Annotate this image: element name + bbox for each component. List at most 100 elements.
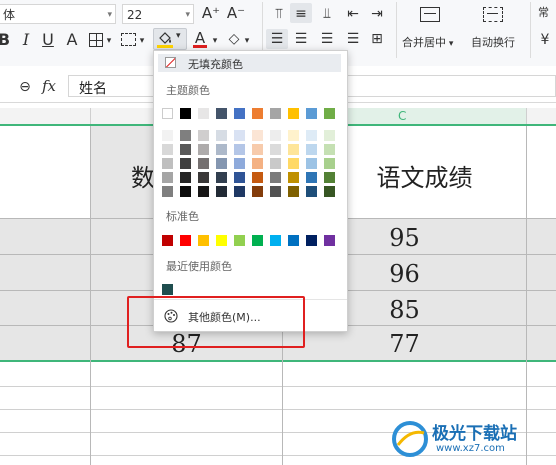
theme-shade-swatch[interactable]	[162, 172, 173, 183]
theme-shade-swatch[interactable]	[288, 172, 299, 183]
number-format-select[interactable]: 常	[538, 4, 549, 20]
theme-color-swatch[interactable]	[162, 108, 173, 119]
currency-icon[interactable]: ¥	[536, 30, 554, 50]
wrap-text-button[interactable]: 自动换行	[471, 34, 515, 50]
chevron-down-icon[interactable]: ▾	[104, 31, 114, 51]
standard-color-swatch[interactable]	[162, 235, 173, 246]
theme-shade-swatch[interactable]	[252, 130, 263, 141]
cell-style-icon[interactable]	[121, 33, 136, 46]
theme-shade-swatch[interactable]	[306, 172, 317, 183]
theme-shade-swatch[interactable]	[324, 158, 335, 169]
theme-shade-swatch[interactable]	[324, 186, 335, 197]
theme-shade-swatch[interactable]	[324, 130, 335, 141]
chevron-down-icon[interactable]: ▾	[137, 31, 147, 51]
theme-shade-swatch[interactable]	[270, 158, 281, 169]
theme-shade-swatch[interactable]	[198, 144, 209, 155]
wrap-text-icon[interactable]	[483, 7, 503, 22]
align-right-icon[interactable]: ☰	[318, 29, 336, 49]
theme-shade-swatch[interactable]	[306, 144, 317, 155]
standard-color-swatch[interactable]	[234, 235, 245, 246]
theme-shade-swatch[interactable]	[324, 172, 335, 183]
theme-shade-swatch[interactable]	[198, 186, 209, 197]
theme-color-swatch[interactable]	[252, 108, 263, 119]
indent-increase-icon[interactable]: ⇥	[368, 4, 386, 24]
theme-shade-swatch[interactable]	[162, 130, 173, 141]
theme-shade-swatch[interactable]	[180, 130, 191, 141]
theme-shade-swatch[interactable]	[198, 130, 209, 141]
theme-shade-swatch[interactable]	[288, 158, 299, 169]
merge-center-icon[interactable]	[420, 7, 440, 22]
eraser-icon[interactable]: ◇	[226, 29, 242, 49]
standard-color-swatch[interactable]	[252, 235, 263, 246]
theme-shade-swatch[interactable]	[234, 130, 245, 141]
theme-color-swatch[interactable]	[270, 108, 281, 119]
standard-color-swatch[interactable]	[216, 235, 227, 246]
zoom-icon[interactable]: ⊖	[16, 77, 34, 97]
grow-font-button[interactable]: A⁺	[201, 3, 221, 23]
justify-icon[interactable]: ☰	[344, 29, 362, 49]
theme-shade-swatch[interactable]	[162, 158, 173, 169]
underline-button[interactable]: U	[40, 30, 56, 50]
theme-shade-swatch[interactable]	[180, 144, 191, 155]
theme-shade-swatch[interactable]	[306, 186, 317, 197]
theme-shade-swatch[interactable]	[270, 144, 281, 155]
align-top-icon[interactable]: ⫪	[270, 4, 288, 24]
theme-shade-swatch[interactable]	[288, 130, 299, 141]
theme-color-swatch[interactable]	[198, 108, 209, 119]
no-fill-option[interactable]: 无填充颜色	[158, 54, 341, 72]
font-size-select[interactable]: 22 ▾	[122, 4, 194, 24]
theme-shade-swatch[interactable]	[306, 130, 317, 141]
shrink-font-button[interactable]: A⁻	[226, 3, 246, 23]
borders-icon[interactable]	[89, 33, 103, 47]
theme-shade-swatch[interactable]	[216, 130, 227, 141]
standard-color-swatch[interactable]	[180, 235, 191, 246]
theme-color-swatch[interactable]	[216, 108, 227, 119]
theme-shade-swatch[interactable]	[252, 144, 263, 155]
strikethrough-button[interactable]: A	[64, 30, 80, 50]
theme-color-swatch[interactable]	[324, 108, 335, 119]
theme-shade-swatch[interactable]	[288, 144, 299, 155]
theme-color-swatch[interactable]	[234, 108, 245, 119]
chevron-down-icon[interactable]: ▾	[210, 31, 220, 51]
standard-color-swatch[interactable]	[270, 235, 281, 246]
merge-center-button[interactable]: 合并居中 ▾	[402, 34, 453, 50]
theme-shade-swatch[interactable]	[198, 172, 209, 183]
fx-icon[interactable]: fx	[42, 77, 56, 95]
theme-shade-swatch[interactable]	[270, 130, 281, 141]
theme-shade-swatch[interactable]	[252, 158, 263, 169]
standard-color-swatch[interactable]	[288, 235, 299, 246]
theme-shade-swatch[interactable]	[216, 158, 227, 169]
theme-shade-swatch[interactable]	[270, 172, 281, 183]
theme-shade-swatch[interactable]	[180, 186, 191, 197]
indent-decrease-icon[interactable]: ⇤	[344, 4, 362, 24]
theme-shade-swatch[interactable]	[216, 172, 227, 183]
theme-shade-swatch[interactable]	[180, 172, 191, 183]
align-center-icon[interactable]: ☰	[292, 29, 310, 49]
theme-shade-swatch[interactable]	[252, 172, 263, 183]
theme-color-swatch[interactable]	[306, 108, 317, 119]
cell-a1[interactable]	[0, 126, 90, 218]
theme-shade-swatch[interactable]	[180, 158, 191, 169]
theme-shade-swatch[interactable]	[234, 158, 245, 169]
theme-shade-swatch[interactable]	[234, 186, 245, 197]
theme-shade-swatch[interactable]	[216, 144, 227, 155]
italic-button[interactable]: I	[18, 30, 34, 50]
theme-shade-swatch[interactable]	[288, 186, 299, 197]
align-bottom-icon[interactable]: ⫫	[318, 4, 336, 24]
standard-color-swatch[interactable]	[198, 235, 209, 246]
bold-button[interactable]: B	[0, 30, 12, 50]
standard-color-swatch[interactable]	[324, 235, 335, 246]
distributed-align-icon[interactable]: ⊞	[368, 29, 386, 49]
theme-shade-swatch[interactable]	[234, 172, 245, 183]
theme-shade-swatch[interactable]	[216, 186, 227, 197]
theme-color-swatch[interactable]	[288, 108, 299, 119]
theme-shade-swatch[interactable]	[270, 186, 281, 197]
theme-shade-swatch[interactable]	[234, 144, 245, 155]
theme-shade-swatch[interactable]	[252, 186, 263, 197]
standard-color-swatch[interactable]	[306, 235, 317, 246]
theme-shade-swatch[interactable]	[162, 186, 173, 197]
theme-shade-swatch[interactable]	[162, 144, 173, 155]
font-name-select[interactable]: 体 ▾	[0, 4, 116, 24]
chevron-down-icon[interactable]: ▾	[242, 31, 252, 51]
theme-color-swatch[interactable]	[180, 108, 191, 119]
